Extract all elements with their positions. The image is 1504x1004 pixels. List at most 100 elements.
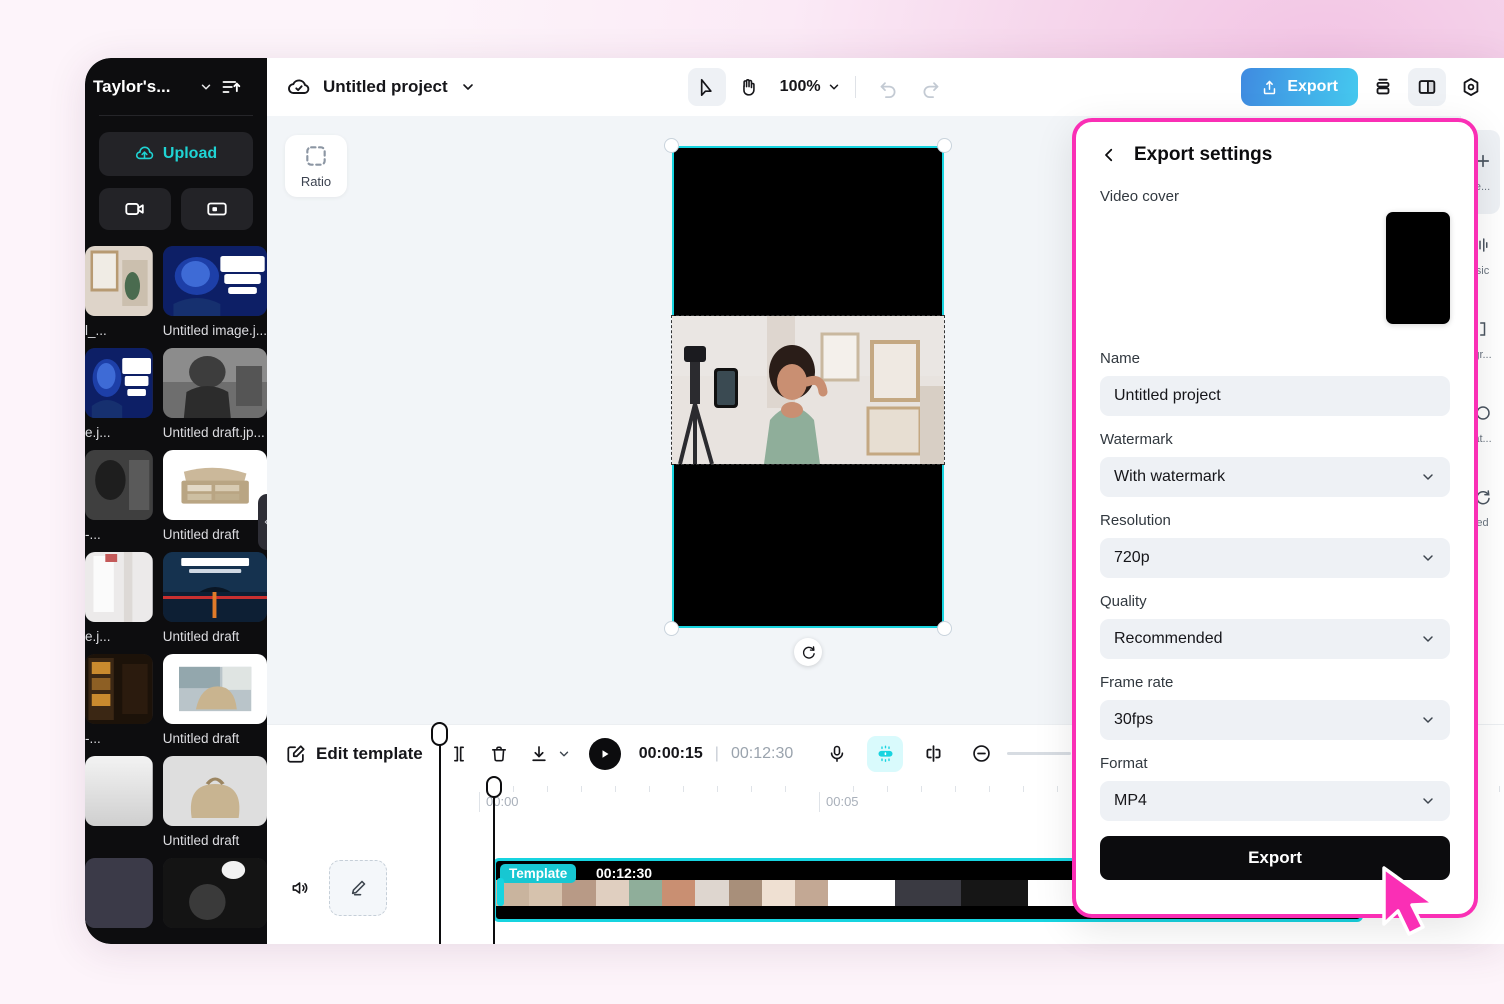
play-button[interactable]: [589, 738, 621, 770]
sidebar-workspace-title[interactable]: Taylor's...: [93, 77, 191, 97]
media-item[interactable]: Untitled draft: [163, 450, 267, 542]
media-item[interactable]: [163, 858, 267, 935]
hand-tool-button[interactable]: [730, 68, 768, 106]
volume-icon[interactable]: [279, 878, 321, 898]
media-item[interactable]: Untitled draft.jp...: [163, 348, 267, 440]
ratio-button[interactable]: Ratio: [285, 135, 347, 197]
resize-handle-bottom-right[interactable]: [937, 621, 952, 636]
zoom-out-button[interactable]: [963, 736, 999, 772]
media-item[interactable]: Untitled draft: [163, 552, 267, 644]
media-item-label: l_...: [85, 323, 153, 338]
export-name-field[interactable]: Untitled project: [1100, 376, 1450, 416]
template-edit-button[interactable]: [329, 860, 387, 916]
delete-button[interactable]: [481, 736, 517, 772]
timeline-total-time: 00:12:30: [731, 745, 793, 763]
cursor-arrow-icon: [696, 77, 717, 98]
filmstrip-frame: [629, 880, 662, 906]
ai-magic-button[interactable]: [867, 736, 903, 772]
ai-magic-icon: [875, 743, 896, 764]
media-thumbnail[interactable]: [85, 858, 153, 928]
filmstrip-frame: [695, 880, 728, 906]
hand-icon: [738, 77, 759, 98]
layers-button[interactable]: [1364, 68, 1402, 106]
media-thumbnail[interactable]: [163, 654, 267, 724]
media-item[interactable]: Untitled image.j...: [163, 246, 267, 338]
media-item[interactable]: Untitled draft: [163, 654, 267, 746]
media-thumbnail[interactable]: [163, 348, 267, 418]
undo-button[interactable]: [870, 68, 908, 106]
chevron-down-icon[interactable]: [1420, 550, 1436, 566]
clip-trim-handle-left[interactable]: [497, 878, 504, 906]
download-chevron-down-icon[interactable]: [557, 747, 571, 761]
chevron-down-icon[interactable]: [1420, 793, 1436, 809]
record-video-button[interactable]: [99, 188, 171, 230]
media-thumbnail[interactable]: [85, 348, 153, 418]
sidebar-header: Taylor's...: [99, 58, 253, 116]
microphone-button[interactable]: [819, 736, 855, 772]
timeline-zoom-slider[interactable]: [1007, 752, 1071, 755]
media-item[interactable]: e.j...: [85, 552, 153, 644]
media-item[interactable]: -...: [85, 654, 153, 746]
media-thumbnail[interactable]: [163, 756, 267, 826]
upload-button[interactable]: Upload: [99, 132, 253, 176]
timeline-playhead[interactable]: [493, 782, 495, 944]
export-confirm-button[interactable]: Export: [1100, 836, 1450, 880]
select-tool-button[interactable]: [688, 68, 726, 106]
export-quality-select[interactable]: Recommended: [1100, 619, 1450, 659]
media-thumbnail[interactable]: [163, 246, 267, 316]
resize-handle-top-left[interactable]: [664, 138, 679, 153]
export-framerate-select[interactable]: 30fps: [1100, 700, 1450, 740]
redo-button[interactable]: [912, 68, 950, 106]
export-button[interactable]: Export: [1241, 68, 1358, 106]
video-cover-thumbnail[interactable]: [1386, 212, 1450, 324]
ruler-tick: [887, 786, 888, 792]
zoom-level-control[interactable]: 100%: [780, 78, 841, 96]
media-thumbnail[interactable]: [163, 858, 267, 928]
share-upload-icon: [1261, 79, 1278, 96]
media-thumbnail[interactable]: [85, 246, 153, 316]
rotate-handle[interactable]: [794, 638, 822, 666]
media-thumbnail[interactable]: [85, 756, 153, 826]
chevron-down-icon[interactable]: [1420, 712, 1436, 728]
export-format-select[interactable]: MP4: [1100, 781, 1450, 821]
filmstrip-frame: [596, 880, 629, 906]
split-view-button[interactable]: [1408, 68, 1446, 106]
media-thumbnail[interactable]: [163, 450, 267, 520]
download-button[interactable]: [521, 736, 557, 772]
sidebar-collapse-button[interactable]: [258, 494, 267, 550]
media-item[interactable]: e.j...: [85, 348, 153, 440]
export-resolution-select[interactable]: 720p: [1100, 538, 1450, 578]
edit-pencil-square-icon: [285, 743, 307, 765]
keyframe-split-button[interactable]: [915, 736, 951, 772]
sort-ascending-icon[interactable]: [221, 77, 241, 97]
edit-template-button[interactable]: Edit template: [285, 743, 423, 765]
video-stage[interactable]: [672, 146, 944, 628]
filmstrip-frame: [895, 880, 928, 906]
media-thumbnail[interactable]: [85, 450, 153, 520]
media-item[interactable]: Untitled draft: [163, 756, 267, 848]
top-toolbar: Untitled project 100%: [267, 58, 1504, 116]
project-chevron-down-icon[interactable]: [460, 79, 476, 95]
media-thumbnail[interactable]: [163, 552, 267, 622]
chevron-down-icon[interactable]: [1420, 631, 1436, 647]
playhead-handle[interactable]: [431, 722, 448, 746]
media-item[interactable]: [85, 858, 153, 935]
media-item[interactable]: [85, 756, 153, 848]
chevron-down-icon[interactable]: [199, 80, 213, 94]
screen-record-button[interactable]: [181, 188, 253, 230]
media-thumbnail[interactable]: [85, 552, 153, 622]
resize-handle-bottom-left[interactable]: [664, 621, 679, 636]
media-item-label: e.j...: [85, 425, 153, 440]
chevron-down-icon[interactable]: [1420, 469, 1436, 485]
media-item[interactable]: l_...: [85, 246, 153, 338]
screen-record-icon: [206, 198, 228, 220]
export-watermark-select[interactable]: With watermark: [1100, 457, 1450, 497]
redo-icon: [920, 77, 941, 98]
back-button[interactable]: [1100, 146, 1118, 164]
playhead-knob[interactable]: [486, 776, 502, 798]
media-thumbnail[interactable]: [85, 654, 153, 724]
settings-button[interactable]: [1452, 68, 1490, 106]
resize-handle-top-right[interactable]: [937, 138, 952, 153]
project-title[interactable]: Untitled project: [323, 77, 448, 97]
media-item[interactable]: -...: [85, 450, 153, 542]
